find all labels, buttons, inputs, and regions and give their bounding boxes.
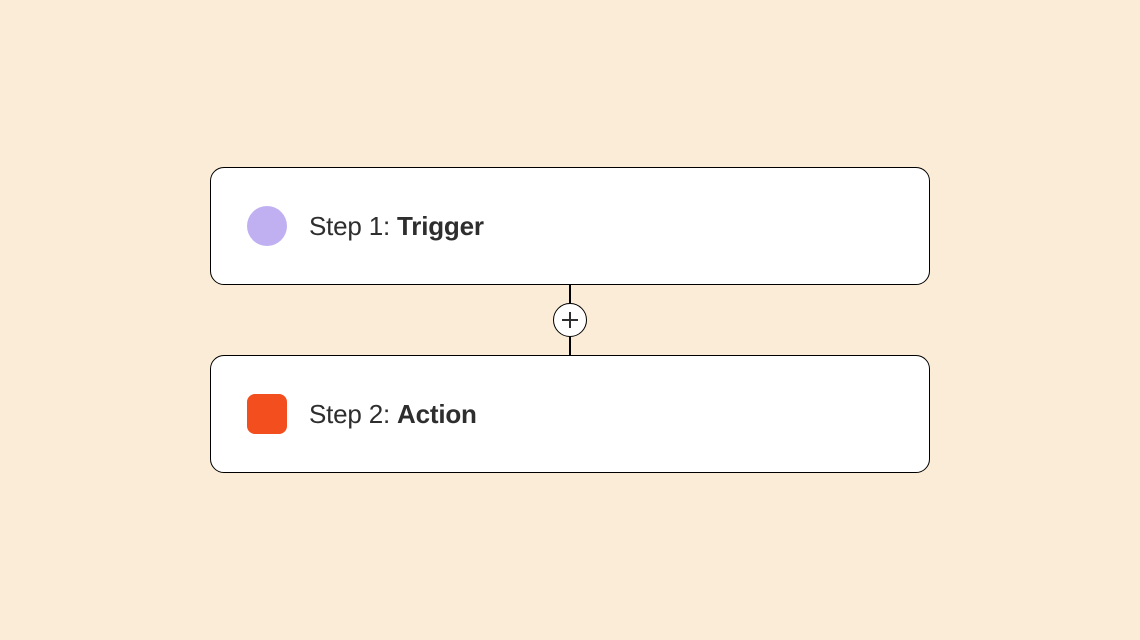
step-label: Step 2: Action bbox=[309, 399, 477, 430]
step-title: Action bbox=[397, 399, 477, 429]
step-label: Step 1: Trigger bbox=[309, 211, 484, 242]
step-title: Trigger bbox=[397, 211, 484, 241]
plus-icon bbox=[562, 312, 578, 328]
step-card-action[interactable]: Step 2: Action bbox=[210, 355, 930, 473]
workflow-container: Step 1: Trigger Step 2: Action bbox=[210, 167, 930, 473]
action-app-icon bbox=[247, 394, 287, 434]
connector-line-top bbox=[569, 285, 571, 303]
connector bbox=[553, 285, 587, 355]
connector-line-bottom bbox=[569, 337, 571, 355]
add-step-button[interactable] bbox=[553, 303, 587, 337]
step-card-trigger[interactable]: Step 1: Trigger bbox=[210, 167, 930, 285]
trigger-app-icon bbox=[247, 206, 287, 246]
step-prefix: Step 2: bbox=[309, 399, 397, 429]
step-prefix: Step 1: bbox=[309, 211, 397, 241]
